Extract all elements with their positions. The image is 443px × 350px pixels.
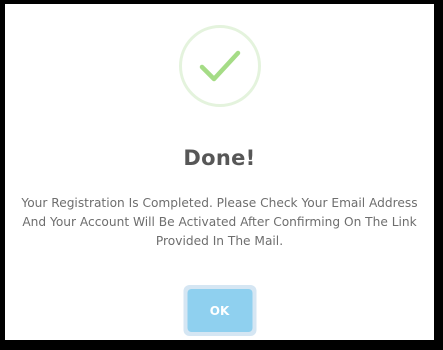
success-dialog: Done! Your Registration Is Completed. Pl… (5, 4, 434, 340)
ok-button[interactable]: OK (187, 289, 252, 332)
dialog-title: Done! (183, 146, 256, 170)
success-icon-circle (178, 25, 261, 107)
checkmark-icon (199, 50, 240, 82)
ok-button-focus-ring: OK (183, 285, 256, 336)
dialog-message: Your Registration Is Completed. Please C… (21, 196, 418, 248)
